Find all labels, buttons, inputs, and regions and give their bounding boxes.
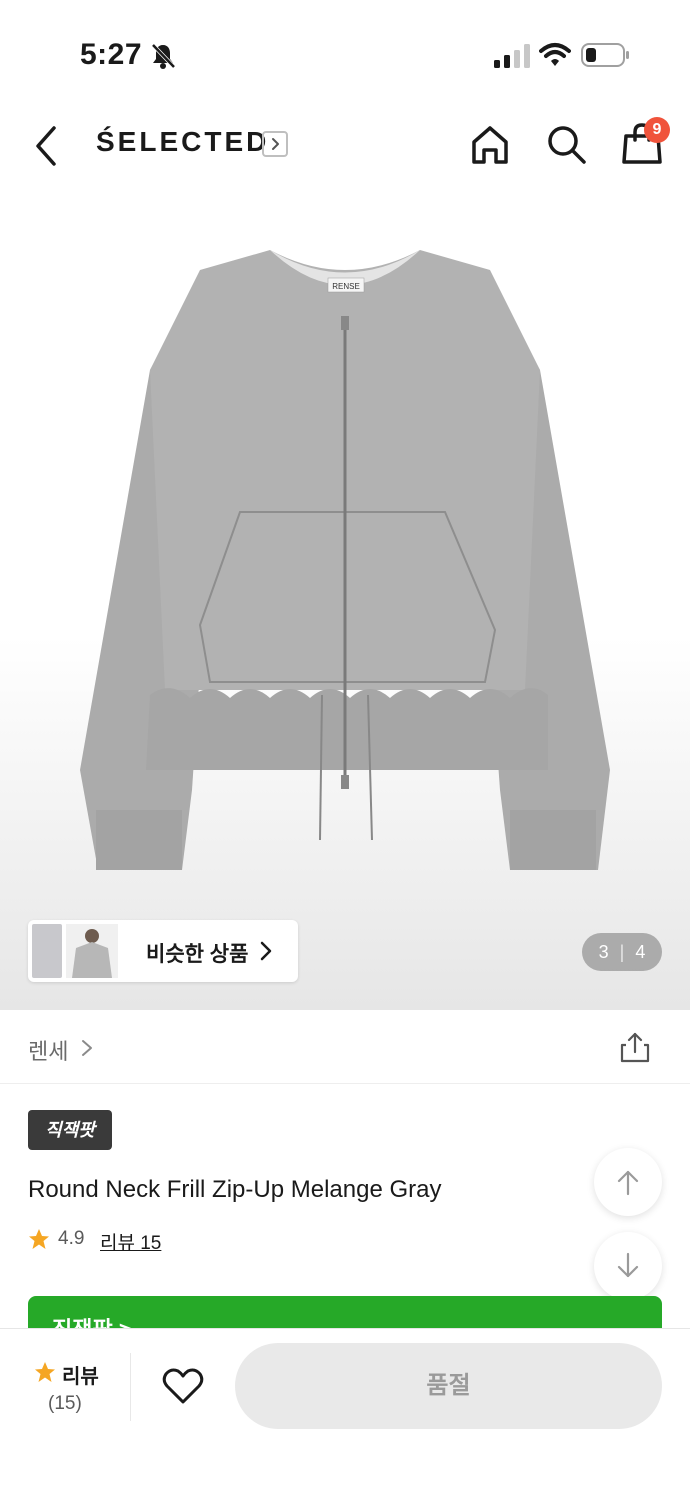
bell-off-icon	[151, 43, 176, 69]
scroll-down-button[interactable]	[594, 1232, 662, 1300]
wifi-icon	[539, 43, 571, 66]
brand-row: 렌세	[0, 1010, 690, 1084]
rating-value: 4.9	[58, 1228, 85, 1249]
share-icon[interactable]	[618, 1030, 652, 1064]
promo-tag-badge: 직잭팟	[28, 1110, 112, 1150]
product-photo-zipup: RENSE	[80, 250, 610, 870]
image-counter-current: 3	[598, 942, 609, 962]
review-count-link[interactable]: 리뷰 15	[100, 1228, 161, 1255]
battery-icon	[581, 43, 629, 67]
scroll-up-button[interactable]	[594, 1148, 662, 1216]
heart-icon[interactable]	[162, 1367, 204, 1405]
chevron-right-icon	[260, 941, 272, 961]
sold-out-button[interactable]: 품절	[235, 1343, 662, 1429]
star-icon	[35, 1362, 55, 1382]
status-time: 5:27	[80, 38, 143, 71]
review-label: 리뷰	[62, 1366, 99, 1388]
garment-label-text: RENSE	[332, 282, 360, 291]
chevron-right-icon[interactable]	[80, 1038, 94, 1058]
search-icon[interactable]	[544, 122, 588, 166]
product-title: Round Neck Frill Zip-Up Melange Gray	[28, 1176, 442, 1203]
similar-thumbnail-2	[66, 924, 118, 978]
store-chevron-icon[interactable]	[262, 131, 288, 157]
image-counter: 3 | 4	[582, 933, 662, 971]
back-button[interactable]	[26, 122, 70, 170]
bottom-action-bar: 리뷰 (15) 품절	[0, 1328, 690, 1500]
similar-products-label: 비슷한 상품	[146, 943, 249, 966]
review-button[interactable]: 리뷰 (15)	[30, 1357, 120, 1427]
top-header: ŚELECTED 9	[0, 110, 690, 182]
arrow-up-icon	[617, 1170, 639, 1196]
image-counter-total: 4	[635, 942, 646, 962]
arrow-down-icon	[617, 1252, 639, 1278]
brand-link[interactable]: 렌세	[28, 1034, 68, 1066]
product-image-gallery[interactable]: RENSE 비슷한 상품 3 | 4	[0, 182, 690, 1010]
review-count: (15)	[48, 1393, 82, 1414]
cart-count-badge: 9	[644, 117, 670, 143]
status-bar: 5:27	[0, 0, 690, 110]
similar-products-button[interactable]: 비슷한 상품	[28, 920, 298, 982]
signal-icon	[494, 44, 530, 68]
home-icon[interactable]	[468, 122, 512, 166]
similar-thumbnail-1	[32, 924, 62, 978]
divider	[130, 1353, 131, 1421]
store-name[interactable]: ŚELECTED	[96, 126, 269, 158]
star-icon	[29, 1229, 49, 1249]
